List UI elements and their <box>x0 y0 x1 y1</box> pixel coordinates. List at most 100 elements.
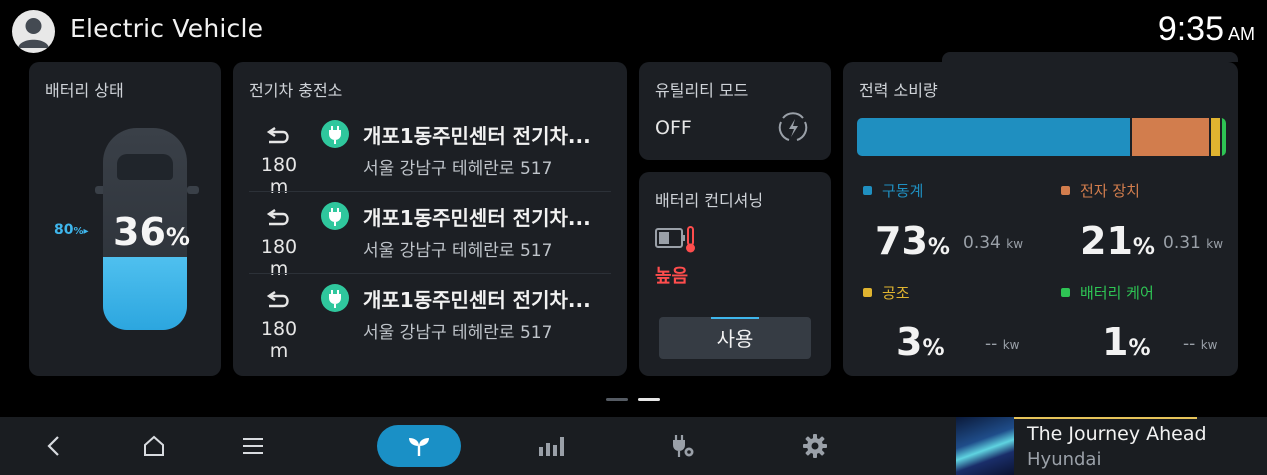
notification-strip <box>942 52 1238 62</box>
battery-status-card[interactable]: 배터리 상태 80%▸ 36% <box>29 62 221 376</box>
page-title: Electric Vehicle <box>70 14 264 43</box>
station-address: 서울 강남구 테헤란로 517 <box>363 241 553 261</box>
ev-plug-icon <box>321 284 349 312</box>
settings-button[interactable] <box>790 417 840 475</box>
page-dot-2[interactable] <box>638 398 660 401</box>
utility-power-icon <box>778 112 808 141</box>
route-icon <box>266 127 289 144</box>
kw-unit: kw <box>1006 237 1024 251</box>
clock-ampm: AM <box>1228 24 1255 44</box>
route-icon <box>266 291 289 308</box>
kw-value: 0.31 <box>1163 233 1201 253</box>
percent-unit: % <box>927 235 950 260</box>
station-address: 서울 강남구 테헤란로 517 <box>363 323 553 343</box>
menu-icon <box>243 438 263 454</box>
ev-plug-icon <box>321 120 349 148</box>
leaf-icon <box>409 438 429 456</box>
use-button-label: 사용 <box>716 327 754 351</box>
legend-label: 전자 장치 <box>1080 182 1140 200</box>
soc-value: 36 <box>113 210 166 254</box>
utility-mode-title: 유틸리티 모드 <box>655 81 749 100</box>
kw-unit: kw <box>1002 338 1020 352</box>
clock: 9:35 AM <box>1158 10 1255 49</box>
charge-limit-value: 80 <box>54 222 74 238</box>
charging-station-item[interactable]: 180 m 개포1동주민센터 전기차... 서울 강남구 테헤란로 517 <box>233 112 627 198</box>
car-windshield <box>117 154 173 180</box>
power-percent: 3% <box>896 320 945 364</box>
home-button[interactable] <box>129 417 179 475</box>
route-icon <box>266 209 289 226</box>
power-kw: -- kw <box>1183 334 1217 354</box>
conditioning-use-button[interactable]: 사용 <box>659 317 811 359</box>
kw-value: -- <box>985 334 998 354</box>
ev-plug-icon <box>321 202 349 230</box>
utility-mode-card[interactable]: 유틸리티 모드 OFF <box>639 62 831 160</box>
kw-value: 0.34 <box>963 233 1001 253</box>
gear-icon <box>803 434 827 458</box>
charge-limit-marker: 80%▸ <box>54 222 89 238</box>
battery-status-title: 배터리 상태 <box>45 81 124 100</box>
percent-unit: % <box>1128 336 1151 361</box>
track-artist: Hyundai <box>1027 449 1102 470</box>
power-consumption-card[interactable]: 전력 소비량 구동계 73% 0.34 kw 전자 장치 21% 0.31 kw 공조 3% -… <box>843 62 1238 376</box>
state-of-charge: 36% <box>113 210 190 254</box>
power-legend-item: 공조 <box>863 282 910 303</box>
media-widget[interactable]: The Journey Ahead Hyundai <box>956 417 1267 475</box>
legend-label: 공조 <box>882 284 910 302</box>
soc-unit: % <box>165 223 190 251</box>
album-art <box>956 417 1014 475</box>
battery-temperature-icon <box>655 226 695 253</box>
power-percent: 1% <box>1102 320 1151 364</box>
ev-eco-button[interactable] <box>377 425 461 467</box>
kw-value: -- <box>1183 334 1196 354</box>
bar-chart-icon <box>539 437 564 456</box>
power-legend-item: 전자 장치 <box>1061 180 1140 201</box>
charging-station-item[interactable]: 180 m 개포1동주민센터 전기차... 서울 강남구 테헤란로 517 <box>233 276 627 362</box>
percent-value: 73 <box>875 219 928 263</box>
legend-label: 배터리 케어 <box>1080 284 1154 302</box>
station-name: 개포1동주민센터 전기차... <box>363 124 591 148</box>
right-mirror <box>187 186 199 194</box>
divider <box>249 191 611 192</box>
home-icon <box>144 435 164 456</box>
battery-conditioning-title: 배터리 컨디셔닝 <box>655 191 764 210</box>
percent-value: 21 <box>1080 219 1133 263</box>
percent-value: 1 <box>1102 320 1129 364</box>
power-legend-item: 배터리 케어 <box>1061 282 1154 303</box>
divider <box>249 273 611 274</box>
station-distance: 180 m <box>260 318 298 362</box>
station-name: 개포1동주민센터 전기차... <box>363 206 591 230</box>
menu-button[interactable] <box>228 417 278 475</box>
page-dot-1[interactable] <box>606 398 628 401</box>
charging-stations-title: 전기차 충전소 <box>249 81 343 100</box>
legend-dot <box>863 186 872 195</box>
power-segment <box>1131 118 1211 156</box>
charge-limit-arrow-icon: ▸ <box>83 226 89 237</box>
charging-station-item[interactable]: 180 m 개포1동주민센터 전기차... 서울 강남구 테헤란로 517 <box>233 194 627 280</box>
kw-unit: kw <box>1206 237 1224 251</box>
toggle-indicator <box>711 317 759 319</box>
clock-time: 9:35 <box>1157 10 1224 48</box>
power-legend-item: 구동계 <box>863 180 923 201</box>
back-button[interactable] <box>29 417 79 475</box>
percent-unit: % <box>922 336 945 361</box>
power-kw: 0.34 kw <box>963 233 1023 253</box>
track-title: The Journey Ahead <box>1027 423 1207 445</box>
power-consumption-bar <box>857 118 1226 156</box>
charge-limit-unit: % <box>73 226 84 237</box>
charging-settings-button[interactable] <box>657 417 707 475</box>
power-segment <box>857 118 1132 156</box>
profile-avatar[interactable] <box>12 10 55 53</box>
legend-dot <box>863 288 872 297</box>
power-segment <box>1222 118 1226 156</box>
charging-stations-card: 전기차 충전소 180 m 개포1동주민센터 전기차... 서울 강남구 테헤란로 … <box>233 62 627 376</box>
kw-unit: kw <box>1200 338 1218 352</box>
utility-mode-state: OFF <box>655 117 692 139</box>
charging-settings-icon <box>673 435 694 457</box>
media-progress-bar <box>1014 417 1197 419</box>
percent-unit: % <box>1132 235 1155 260</box>
conditioning-status: 높음 <box>655 266 689 287</box>
energy-stats-button[interactable] <box>526 417 576 475</box>
percent-value: 3 <box>896 320 923 364</box>
legend-dot <box>1061 186 1070 195</box>
